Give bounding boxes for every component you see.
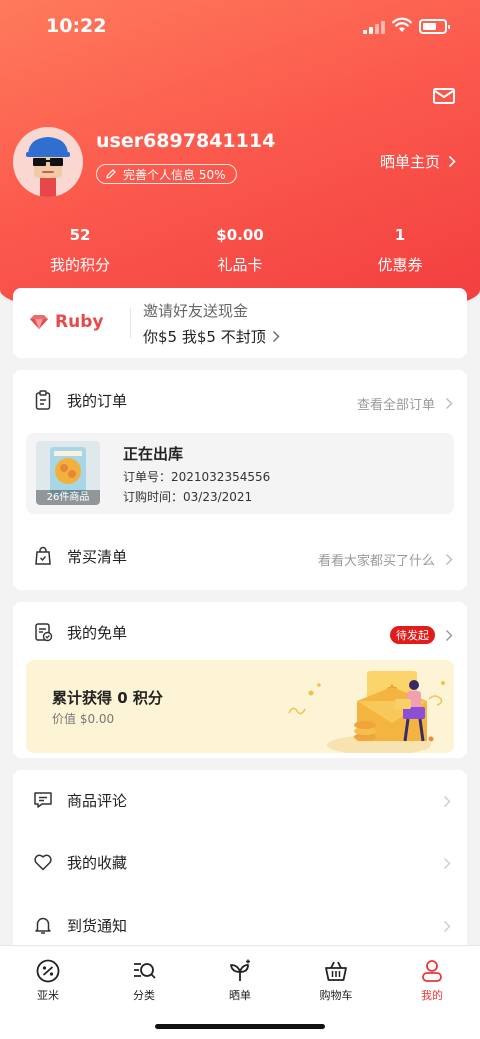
category-search-icon: [134, 963, 156, 979]
tab-label: 晒单: [229, 989, 251, 1002]
tab-cart[interactable]: 购物车: [288, 958, 384, 1003]
stat-value: $0.00: [216, 226, 264, 244]
chevron-right-icon: [446, 629, 453, 641]
tab-label: 亚米: [37, 989, 59, 1002]
username: user6897841114: [96, 130, 276, 152]
ruby-logo: Ruby: [29, 312, 103, 332]
pencil-icon: [106, 169, 116, 179]
complete-profile-label: 完善个人信息 50%: [123, 167, 226, 182]
tab-category[interactable]: 分类: [96, 958, 192, 1003]
invite-title: 邀请好友送现金: [143, 302, 249, 320]
comment-icon: [34, 792, 52, 808]
tab-share[interactable]: 晒单: [192, 958, 288, 1003]
tab-yami[interactable]: 亚米: [0, 958, 96, 1003]
divider: [130, 308, 131, 338]
stat-coupons[interactable]: 1 优惠券: [340, 226, 460, 275]
chevron-right-icon: [272, 331, 280, 342]
item-count: 26件商品: [36, 490, 100, 505]
orders-card: 我的订单 查看全部订单 26件商品 正在出库 订单号：2021032354556…: [13, 370, 467, 590]
chevron-right-icon: [444, 858, 451, 869]
menu-item-label: 到货通知: [67, 917, 128, 935]
frequent-list-title: 常买清单: [67, 548, 128, 566]
points-earned: 累计获得 0 积分: [52, 689, 163, 707]
pending-badge: 待发起: [390, 626, 435, 644]
view-all-orders-label: 查看全部订单: [356, 398, 435, 413]
complete-profile-button[interactable]: 完善个人信息 50%: [96, 164, 237, 184]
share-home-link[interactable]: 晒单主页: [380, 151, 456, 172]
wifi-icon: [392, 17, 412, 32]
status-time: 10:22: [46, 15, 107, 37]
stat-value: 52: [69, 226, 91, 244]
free-order-status[interactable]: 待发起: [390, 626, 453, 644]
chevron-right-icon: [448, 155, 456, 168]
points-value: 价值 $0.00: [52, 712, 115, 726]
tab-label: 我的: [421, 989, 443, 1002]
avatar[interactable]: [13, 127, 83, 197]
chevron-right-icon: [444, 796, 451, 807]
free-order-card[interactable]: 我的免单 待发起 累计获得 0 积分 价值 $0.00 $: [13, 602, 467, 758]
cash-envelope-illustration: $: [288, 671, 445, 753]
basket-icon: [325, 961, 347, 981]
view-all-orders-link[interactable]: 查看全部订单: [357, 394, 453, 413]
chevron-right-icon: [444, 921, 451, 932]
free-order-title: 我的免单: [67, 624, 128, 642]
mail-icon[interactable]: [432, 86, 456, 106]
stat-points[interactable]: 52 我的积分: [20, 226, 140, 275]
frequent-list-link[interactable]: 看看大家都买了什么: [318, 550, 453, 569]
free-order-summary[interactable]: 累计获得 0 积分 价值 $0.00 $: [26, 660, 454, 753]
order-status: 正在出库: [123, 445, 184, 463]
stat-gift-card[interactable]: $0.00 礼品卡: [180, 226, 300, 275]
orders-title: 我的订单: [67, 392, 128, 410]
ruby-invite-card[interactable]: Ruby 邀请好友送现金 你$5 我$5 不封顶: [13, 288, 467, 358]
user-icon: [422, 960, 442, 982]
home-indicator: [155, 1024, 325, 1029]
battery-icon: [419, 19, 450, 34]
order-time: 订购时间：03/23/2021: [123, 490, 253, 504]
free-order-icon: [35, 623, 53, 642]
yami-home-icon: [36, 959, 60, 983]
heart-icon: [34, 854, 52, 871]
frequent-list-link-label: 看看大家都买了什么: [317, 554, 435, 569]
menu-item-label: 我的收藏: [67, 854, 128, 872]
signal-icon: [363, 21, 385, 34]
order-item[interactable]: 26件商品 正在出库 订单号：2021032354556 订购时间：03/23/…: [26, 433, 454, 514]
tab-mine[interactable]: 我的: [384, 958, 480, 1003]
chevron-right-icon: [446, 398, 453, 409]
ruby-brand: Ruby: [55, 312, 104, 332]
share-home-label: 晒单主页: [380, 153, 441, 171]
order-number: 订单号：2021032354556: [123, 470, 271, 484]
diamond-icon: [30, 315, 48, 329]
invite-subtitle-text: 你$5 我$5 不封顶: [143, 328, 266, 346]
stat-label: 礼品卡: [217, 256, 263, 274]
invite-subtitle: 你$5 我$5 不封顶: [143, 326, 280, 347]
status-bar: 10:22: [0, 0, 480, 54]
menu-card: 商品评论 我的收藏 到货通知: [13, 770, 467, 970]
stat-label: 优惠券: [377, 256, 423, 274]
tab-label: 购物车: [319, 989, 353, 1002]
tab-label: 分类: [133, 989, 155, 1002]
clipboard-icon: [35, 390, 51, 410]
stat-value: 1: [394, 226, 406, 244]
shopping-bag-icon: [35, 546, 51, 565]
sprout-icon: [230, 959, 250, 981]
stat-label: 我的积分: [49, 256, 110, 274]
chevron-right-icon: [446, 554, 453, 565]
product-thumbnail: 26件商品: [36, 441, 100, 505]
menu-item-label: 商品评论: [67, 792, 128, 810]
bell-icon: [35, 917, 51, 934]
